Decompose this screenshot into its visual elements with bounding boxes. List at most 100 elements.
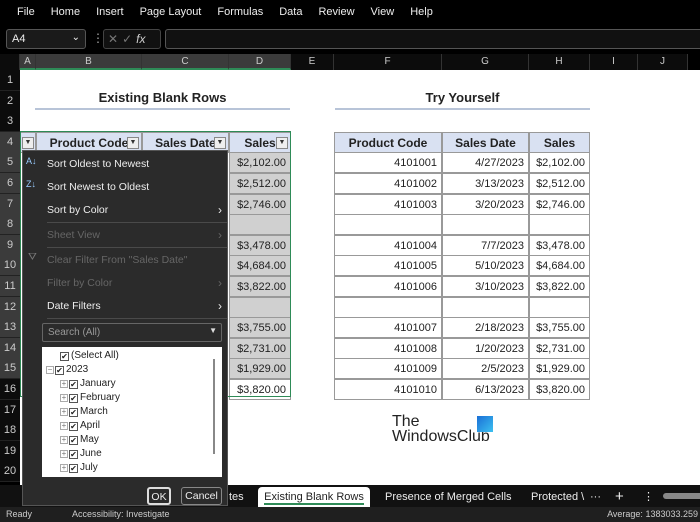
sheet-tab-protected[interactable]: Protected \	[531, 487, 584, 507]
right-table-cell[interactable]: 4101003	[334, 193, 442, 215]
right-table-cell[interactable]: 2/5/2023	[442, 358, 529, 380]
month-item[interactable]: + ✔ June	[60, 447, 102, 461]
column-header-H[interactable]: H	[529, 54, 590, 70]
right-table-cell[interactable]: $2,102.00	[529, 152, 590, 174]
tab-home[interactable]: Home	[51, 6, 80, 18]
row-header-14[interactable]: 14	[0, 337, 20, 359]
filter-dropdown-button[interactable]: ▼	[214, 136, 226, 149]
month-item[interactable]: + ✔ July	[60, 461, 98, 475]
tab-insert[interactable]: Insert	[96, 6, 124, 18]
options-icon[interactable]: ⋮	[643, 487, 654, 507]
year-item[interactable]: − ✔ 2023	[46, 363, 88, 377]
left-sales-cell[interactable]: $3,478.00	[229, 234, 291, 256]
select-all-item[interactable]: ✔ (Select All)	[60, 349, 119, 363]
column-header-I[interactable]: I	[590, 54, 638, 70]
right-table-cell[interactable]: 4101007	[334, 317, 442, 339]
left-sales-cell[interactable]: $4,684.00	[229, 255, 291, 277]
right-table-cell[interactable]: 4101004	[334, 234, 442, 256]
column-header-C[interactable]: C	[142, 54, 229, 70]
tab-help[interactable]: Help	[410, 6, 433, 18]
row-header-8[interactable]: 8	[0, 214, 20, 236]
right-table-cell[interactable]: 4101002	[334, 173, 442, 194]
column-header-A[interactable]: A	[20, 54, 36, 70]
tab-view[interactable]: View	[371, 6, 395, 18]
row-header-19[interactable]: 19	[0, 440, 20, 462]
row-header-17[interactable]: 17	[0, 399, 20, 421]
left-sales-cell[interactable]: $2,102.00	[229, 152, 291, 174]
right-table-cell[interactable]: 4101001	[334, 152, 442, 174]
ok-button[interactable]: OK	[147, 487, 171, 505]
column-header-B[interactable]: B	[36, 54, 142, 70]
right-table-cell[interactable]	[529, 296, 590, 318]
left-sales-cell[interactable]: $3,822.00	[229, 276, 291, 297]
cancel-button[interactable]: Cancel	[181, 487, 222, 505]
right-table-cell[interactable]: 3/10/2023	[442, 276, 529, 297]
right-table-cell[interactable]: 3/13/2023	[442, 173, 529, 194]
right-table-cell[interactable]: $3,478.00	[529, 234, 590, 256]
right-table-cell[interactable]: $3,755.00	[529, 317, 590, 339]
month-item[interactable]: + ✔ January	[60, 377, 116, 391]
right-table-cell[interactable]: $1,929.00	[529, 358, 590, 380]
right-table-cell[interactable]: $2,746.00	[529, 193, 590, 215]
row-header-18[interactable]: 18	[0, 420, 20, 442]
date-filters[interactable]: Date Filters ›	[47, 296, 222, 316]
right-table-cell[interactable]: $3,820.00	[529, 379, 590, 400]
left-sales-cell[interactable]: $2,512.00	[229, 173, 291, 194]
enter-icon[interactable]: ✓	[122, 32, 136, 46]
tab-formulas[interactable]: Formulas	[217, 6, 263, 18]
formula-input[interactable]	[165, 29, 700, 49]
right-table-cell[interactable]	[442, 296, 529, 318]
right-table-cell[interactable]: $4,684.00	[529, 255, 590, 277]
row-header-9[interactable]: 9	[0, 234, 20, 256]
column-header-G[interactable]: G	[442, 54, 529, 70]
tab-file[interactable]: File	[17, 6, 35, 18]
row-header-1[interactable]: 1	[0, 70, 20, 91]
right-table-cell[interactable]	[334, 214, 442, 236]
row-header-2[interactable]: 2	[0, 90, 20, 112]
row-header-11[interactable]: 11	[0, 276, 20, 297]
insert-function-icon[interactable]: fx	[136, 32, 145, 46]
accessibility-status[interactable]: Accessibility: Investigate	[72, 507, 170, 522]
row-header-10[interactable]: 10	[0, 255, 20, 277]
month-item[interactable]: + ✔ February	[60, 391, 120, 405]
month-item[interactable]: + ✔ March	[60, 405, 108, 419]
row-header-13[interactable]: 13	[0, 317, 20, 339]
right-table-cell[interactable]	[442, 214, 529, 236]
cancel-icon[interactable]: ✕	[108, 32, 122, 46]
row-header-4[interactable]: 4	[0, 131, 20, 153]
row-header-3[interactable]: 3	[0, 111, 20, 133]
chevron-down-icon[interactable]: ⌄	[72, 32, 80, 43]
left-sales-cell[interactable]: $3,755.00	[229, 317, 291, 339]
right-table-cell[interactable]: 6/13/2023	[442, 379, 529, 400]
right-table-cell[interactable]: 4101010	[334, 379, 442, 400]
add-sheet-icon[interactable]: +	[615, 487, 624, 507]
month-item[interactable]: + ✔ May	[60, 433, 99, 447]
tab-page-layout[interactable]: Page Layout	[140, 6, 202, 18]
column-header-E[interactable]: E	[291, 54, 334, 70]
left-sales-cell[interactable]: $2,746.00	[229, 193, 291, 215]
filter-dropdown-button[interactable]: ▼	[127, 136, 139, 149]
left-sales-cell[interactable]	[229, 214, 291, 236]
right-table-cell[interactable]: 2/18/2023	[442, 317, 529, 339]
right-table-cell[interactable]: 4101009	[334, 358, 442, 380]
right-table-cell[interactable]	[529, 214, 590, 236]
right-table-cell[interactable]: 7/7/2023	[442, 234, 529, 256]
tab-data[interactable]: Data	[279, 6, 302, 18]
right-table-cell[interactable]: 5/10/2023	[442, 255, 529, 277]
tab-review[interactable]: Review	[318, 6, 354, 18]
select-all-corner[interactable]	[0, 54, 20, 70]
right-table-cell[interactable]: 4101005	[334, 255, 442, 277]
horizontal-scrollbar[interactable]	[663, 493, 700, 499]
search-input[interactable]: Search (All) ▼	[42, 323, 222, 342]
column-header-D[interactable]: D	[229, 54, 291, 70]
row-header-16[interactable]: 16	[0, 379, 20, 400]
left-sales-cell[interactable]: $3,820.00	[229, 379, 291, 400]
right-table-cell[interactable]	[334, 296, 442, 318]
left-sales-cell[interactable]: $1,929.00	[229, 358, 291, 380]
sort-by-color[interactable]: Sort by Color ›	[47, 200, 222, 220]
right-table-cell[interactable]: $2,512.00	[529, 173, 590, 194]
name-box[interactable]: A4 ⌄	[6, 29, 86, 49]
row-header-7[interactable]: 7	[0, 193, 20, 215]
right-table-cell[interactable]: 4101006	[334, 276, 442, 297]
right-table-cell[interactable]: 4/27/2023	[442, 152, 529, 174]
